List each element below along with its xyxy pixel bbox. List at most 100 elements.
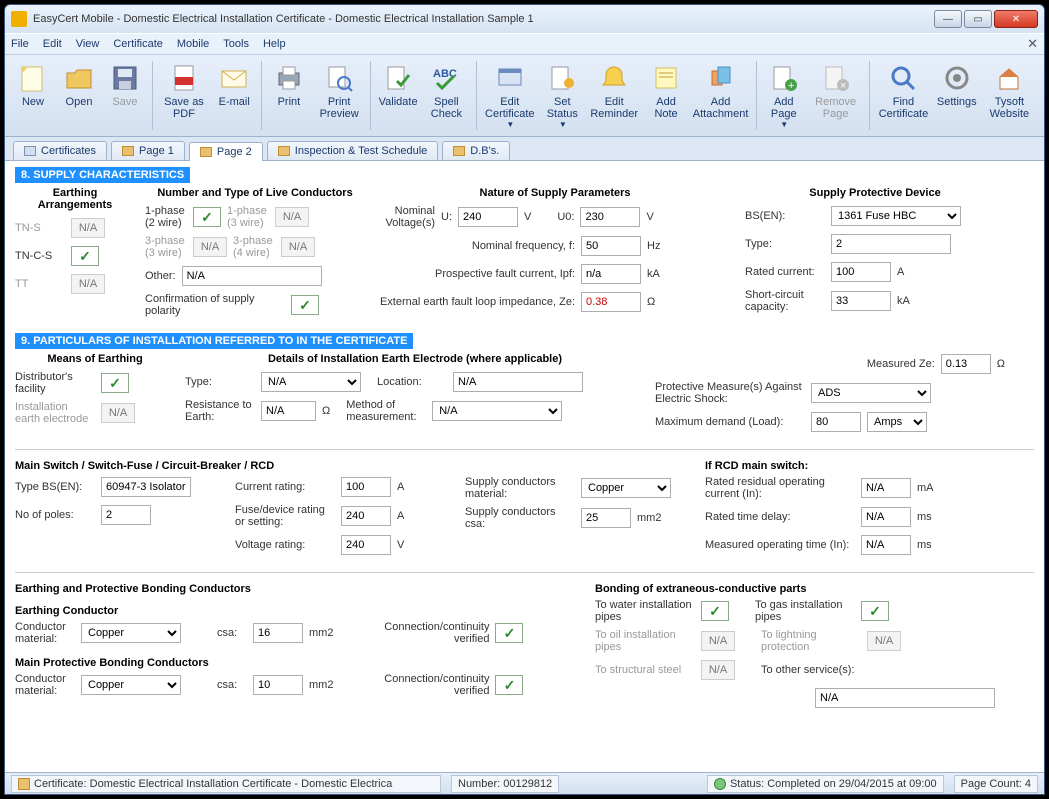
tab-dbs[interactable]: D.B's. (442, 141, 510, 160)
page-icon (122, 146, 134, 156)
other-field[interactable] (182, 266, 322, 286)
open-button[interactable]: Open (57, 59, 101, 132)
csa2-field[interactable] (253, 675, 303, 695)
csa1-label: csa: (217, 627, 247, 639)
minimize-button[interactable]: — (934, 10, 962, 28)
ribbon: New Open Save Save as PDF E-mail Print P… (5, 55, 1044, 137)
tab-certificates[interactable]: Certificates (13, 141, 107, 160)
tab-page2[interactable]: Page 2 (189, 142, 263, 161)
type9-select[interactable]: N/A (261, 372, 361, 392)
nf-field[interactable] (581, 236, 641, 256)
menu-mobile[interactable]: Mobile (177, 38, 209, 50)
p33-field[interactable] (193, 237, 227, 257)
spd-head: Supply Protective Device (745, 187, 1005, 199)
add-attachment-button[interactable]: Add Attachment (690, 59, 751, 132)
inner-close-icon[interactable]: ✕ (1027, 36, 1038, 52)
close-button[interactable]: ✕ (994, 10, 1038, 28)
new-button[interactable]: New (11, 59, 55, 132)
menu-certificate[interactable]: Certificate (113, 38, 163, 50)
tab-page1[interactable]: Page 1 (111, 141, 185, 160)
r2e-field[interactable] (261, 401, 316, 421)
csa1-field[interactable] (253, 623, 303, 643)
print-preview-button[interactable]: Print Preview (313, 59, 366, 132)
tncs-check[interactable]: ✓ (71, 246, 99, 266)
ccv1-check[interactable]: ✓ (495, 623, 523, 643)
r2e-label: Resistance to Earth: (185, 399, 255, 423)
menu-help[interactable]: Help (263, 38, 286, 50)
loc-field[interactable] (453, 372, 583, 392)
set-status-button[interactable]: Set Status▼ (540, 59, 584, 132)
oip-field[interactable] (701, 631, 735, 651)
rroc-label: Rated residual operating current (In): (705, 476, 855, 500)
menu-edit[interactable]: Edit (43, 38, 62, 50)
tos-field[interactable] (815, 688, 995, 708)
u-field[interactable] (458, 207, 518, 227)
p34-field[interactable] (281, 237, 315, 257)
rroc-field[interactable] (861, 478, 911, 498)
type-field[interactable] (831, 234, 951, 254)
find-certificate-button[interactable]: Find Certificate (874, 59, 933, 132)
ccv2-check[interactable]: ✓ (495, 675, 523, 695)
pfc-field[interactable] (581, 264, 641, 284)
lp-field[interactable] (867, 631, 901, 651)
mdl-field[interactable] (811, 412, 861, 432)
mze-field[interactable] (941, 354, 991, 374)
section-8-header: 8. SUPPLY CHARACTERISTICS (15, 167, 190, 183)
settings-button[interactable]: Settings (935, 59, 979, 132)
mom-select[interactable]: N/A (432, 401, 562, 421)
ze-field[interactable] (581, 292, 641, 312)
tab-inspection[interactable]: Inspection & Test Schedule (267, 141, 439, 160)
sc-field[interactable] (831, 291, 891, 311)
scm-select[interactable]: Copper (581, 478, 671, 498)
edit-reminder-button[interactable]: Edit Reminder (586, 59, 642, 132)
maximize-button[interactable]: ▭ (964, 10, 992, 28)
tbs-field[interactable] (101, 477, 191, 497)
live-conductors-head: Number and Type of Live Conductors (145, 187, 365, 199)
email-button[interactable]: E-mail (212, 59, 256, 132)
rated-field[interactable] (831, 262, 891, 282)
menu-file[interactable]: File (11, 38, 29, 50)
spell-check-button[interactable]: ABCSpell Check (422, 59, 471, 132)
pm-select[interactable]: ADS (811, 383, 931, 403)
conf-polarity-label: Confirmation of supply polarity (145, 293, 285, 317)
u0-field[interactable] (580, 207, 640, 227)
scc-field[interactable] (581, 508, 631, 528)
save-button[interactable]: Save (103, 59, 147, 132)
cr-field[interactable] (341, 477, 391, 497)
edit-certificate-button[interactable]: Edit Certificate▼ (481, 59, 538, 132)
nop-field[interactable] (101, 505, 151, 525)
mot-field[interactable] (861, 535, 911, 555)
gip-check[interactable]: ✓ (861, 601, 889, 621)
mpbc-head: Main Protective Bonding Conductors (15, 657, 585, 669)
ss-field[interactable] (701, 660, 735, 680)
tt-field[interactable] (71, 274, 105, 294)
menu-tools[interactable]: Tools (223, 38, 249, 50)
rcd-head: If RCD main switch: (705, 460, 995, 472)
fdr-field[interactable] (341, 506, 391, 526)
rated-label: Rated current: (745, 266, 825, 278)
rtd-field[interactable] (861, 507, 911, 527)
gip-label: To gas installation pipes (755, 599, 855, 623)
dist-check[interactable]: ✓ (101, 373, 129, 393)
tysoft-website-button[interactable]: Tysoft Website (981, 59, 1038, 132)
bsen-select[interactable]: 1361 Fuse HBC (831, 206, 961, 226)
conf-polarity-check[interactable]: ✓ (291, 295, 319, 315)
tncs-label: TN-C-S (15, 250, 65, 262)
save-as-pdf-button[interactable]: Save as PDF (158, 59, 211, 132)
remove-page-button[interactable]: ×Remove Page (808, 59, 864, 132)
wip-check[interactable]: ✓ (701, 601, 729, 621)
add-note-button[interactable]: Add Note (644, 59, 688, 132)
p12-check[interactable]: ✓ (193, 207, 221, 227)
menu-view[interactable]: View (76, 38, 100, 50)
add-page-button[interactable]: +Add Page▼ (762, 59, 806, 132)
vr-field[interactable] (341, 535, 391, 555)
status-ok-icon (714, 778, 726, 790)
print-button[interactable]: Print (267, 59, 311, 132)
cm1-select[interactable]: Copper (81, 623, 181, 643)
mdl-unit-select[interactable]: Amps (867, 412, 927, 432)
iee-field[interactable] (101, 403, 135, 423)
p13-field[interactable] (275, 207, 309, 227)
tns-field[interactable] (71, 218, 105, 238)
cm2-select[interactable]: Copper (81, 675, 181, 695)
validate-button[interactable]: Validate (376, 59, 420, 132)
